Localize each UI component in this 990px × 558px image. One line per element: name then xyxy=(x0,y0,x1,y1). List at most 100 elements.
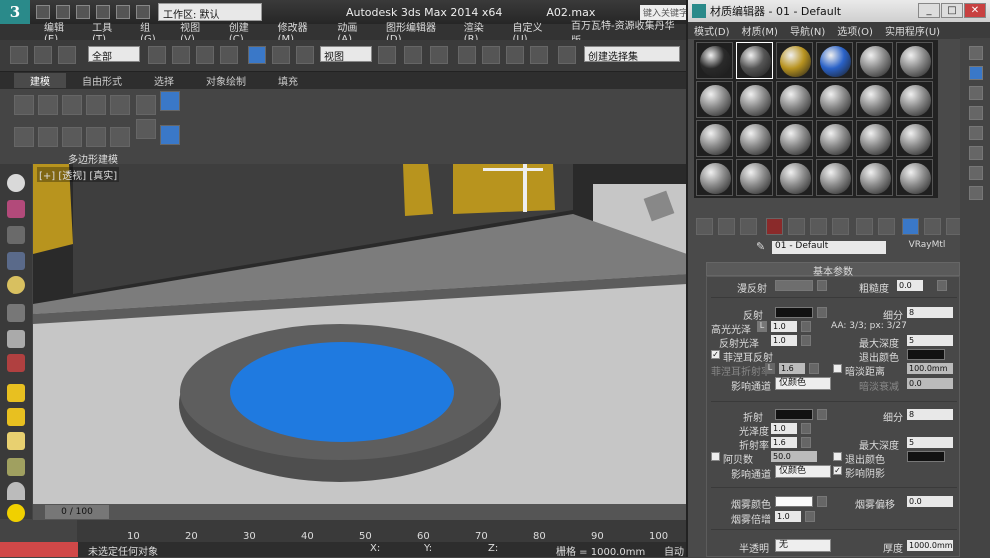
minimize-button[interactable]: _ xyxy=(918,3,940,18)
make-copy-icon[interactable] xyxy=(788,218,805,235)
window-crossing-icon[interactable] xyxy=(220,46,238,64)
put-to-library-icon[interactable] xyxy=(832,218,849,235)
rect-selection-icon[interactable] xyxy=(196,46,214,64)
reflect-affect-dropdown[interactable]: 仅颜色 xyxy=(775,377,831,390)
ior-spinner[interactable]: 1.6 xyxy=(771,437,797,448)
material-slot[interactable] xyxy=(896,81,933,118)
manipulate-icon[interactable] xyxy=(404,46,422,64)
material-slot[interactable] xyxy=(816,42,853,79)
mat-menu-navigation[interactable]: 导航(N) xyxy=(784,23,831,38)
material-slot[interactable] xyxy=(776,159,813,196)
ribbon-tab-modeling[interactable]: 建模 xyxy=(14,73,66,88)
mat-menu-modes[interactable]: 模式(D) xyxy=(688,23,736,38)
refract-gloss-spinner[interactable]: 1.0 xyxy=(771,423,797,434)
tool-b-icon[interactable] xyxy=(7,408,25,426)
ribbon-side4-icon[interactable] xyxy=(160,125,180,145)
abbe-spinner[interactable]: 50.0 xyxy=(771,451,817,462)
light-icon[interactable] xyxy=(7,276,25,294)
roughness-map-button[interactable] xyxy=(937,280,947,291)
diffuse-map-button[interactable] xyxy=(817,280,827,291)
hold-icon[interactable] xyxy=(136,5,150,19)
fog-bias-spinner[interactable]: 0.0 xyxy=(907,496,953,507)
frame-counter[interactable]: 0 / 100 xyxy=(45,505,109,519)
ribbon-tool4-icon[interactable] xyxy=(86,127,106,147)
bind-spacewarp-icon[interactable] xyxy=(58,46,76,64)
angle-snap-icon[interactable] xyxy=(482,46,500,64)
put-to-scene-icon[interactable] xyxy=(718,218,735,235)
material-slot[interactable] xyxy=(776,42,813,79)
hilight-map-button[interactable] xyxy=(801,321,811,332)
abbe-checkbox[interactable] xyxy=(711,452,720,461)
basic-params-rollout-header[interactable]: 基本参数 xyxy=(706,262,960,278)
ribbon-side3-icon[interactable] xyxy=(136,119,156,139)
ribbon-tool5-icon[interactable] xyxy=(110,127,130,147)
snap-toggle-icon[interactable] xyxy=(458,46,476,64)
reflect-gloss-spinner[interactable]: 1.0 xyxy=(771,335,797,346)
material-slot[interactable] xyxy=(856,42,893,79)
ribbon-tool3-icon[interactable] xyxy=(62,127,82,147)
redo-icon[interactable] xyxy=(116,5,130,19)
ribbon-vertex-icon[interactable] xyxy=(14,95,34,115)
reflect-maxdepth-spinner[interactable]: 5 xyxy=(907,335,953,346)
mat-menu-material[interactable]: 材质(M) xyxy=(736,23,784,38)
uv-tiling-icon[interactable] xyxy=(969,106,983,120)
hilight-gloss-spinner[interactable]: 1.0 xyxy=(771,321,797,332)
dim-distance-spinner[interactable]: 100.0mm xyxy=(907,363,953,374)
refract-exit-color-swatch[interactable] xyxy=(907,451,945,462)
ribbon-tool2-icon[interactable] xyxy=(38,127,58,147)
get-material-icon[interactable] xyxy=(696,218,713,235)
material-slot[interactable] xyxy=(736,81,773,118)
ribbon-tab-selection[interactable]: 选择 xyxy=(138,73,190,88)
material-slot[interactable] xyxy=(856,81,893,118)
options-icon[interactable] xyxy=(969,166,983,180)
maxscript-listener[interactable] xyxy=(0,542,78,557)
material-slot[interactable] xyxy=(696,159,733,196)
selection-filter-dropdown[interactable]: 全部 xyxy=(88,46,140,63)
translucency-dropdown[interactable]: 无 xyxy=(775,539,831,552)
ribbon-side1-icon[interactable] xyxy=(136,95,156,115)
material-slot[interactable] xyxy=(856,120,893,157)
select-by-material-icon[interactable] xyxy=(969,186,983,200)
move-icon[interactable] xyxy=(248,46,266,64)
ribbon-side2-icon[interactable] xyxy=(160,91,180,111)
fresnel-ior-map-button[interactable] xyxy=(809,363,819,374)
reset-map-icon[interactable] xyxy=(766,218,783,235)
ribbon-tab-populate[interactable]: 填充 xyxy=(262,73,314,88)
ribbon-tool1-icon[interactable] xyxy=(14,127,34,147)
sphere-tool-icon[interactable] xyxy=(7,304,25,322)
ribbon-element-icon[interactable] xyxy=(110,95,130,115)
make-preview-icon[interactable] xyxy=(969,146,983,160)
affect-shadows-checkbox[interactable]: ✓ xyxy=(833,466,842,475)
fresnel-ior-lock-button[interactable]: L xyxy=(765,363,775,374)
ribbon-tab-freeform[interactable]: 自由形式 xyxy=(66,73,138,88)
reflect-color-swatch[interactable] xyxy=(775,307,813,318)
unlink-icon[interactable] xyxy=(34,46,52,64)
camera-icon[interactable] xyxy=(7,354,25,372)
background-icon[interactable] xyxy=(969,86,983,100)
teapot-icon[interactable] xyxy=(7,174,25,192)
tool-c-icon[interactable] xyxy=(7,432,25,450)
material-slot[interactable] xyxy=(776,120,813,157)
mat-menu-options[interactable]: 选项(O) xyxy=(831,23,879,38)
material-slot[interactable] xyxy=(896,120,933,157)
fog-mult-spinner[interactable]: 1.0 xyxy=(775,511,801,522)
reflect-map-button[interactable] xyxy=(817,307,827,318)
material-slot[interactable] xyxy=(896,42,933,79)
cone-icon[interactable] xyxy=(7,482,25,500)
fresnel-checkbox[interactable]: ✓ xyxy=(711,350,720,359)
scale-icon[interactable] xyxy=(296,46,314,64)
material-slot[interactable] xyxy=(696,120,733,157)
rotate-icon[interactable] xyxy=(272,46,290,64)
refract-color-swatch[interactable] xyxy=(775,409,813,420)
ior-map-button[interactable] xyxy=(801,437,811,448)
material-name-field[interactable]: 01 - Default xyxy=(772,241,886,254)
material-slot[interactable] xyxy=(896,159,933,196)
ribbon-polygon-icon[interactable] xyxy=(86,95,106,115)
material-slot[interactable] xyxy=(816,120,853,157)
undo-icon[interactable] xyxy=(96,5,110,19)
refract-maxdepth-spinner[interactable]: 5 xyxy=(907,437,953,448)
roughness-spinner[interactable]: 0.0 xyxy=(897,280,923,291)
reflect-gloss-map-button[interactable] xyxy=(801,335,811,346)
maximize-button[interactable]: □ xyxy=(941,3,963,18)
material-slot[interactable] xyxy=(856,159,893,196)
